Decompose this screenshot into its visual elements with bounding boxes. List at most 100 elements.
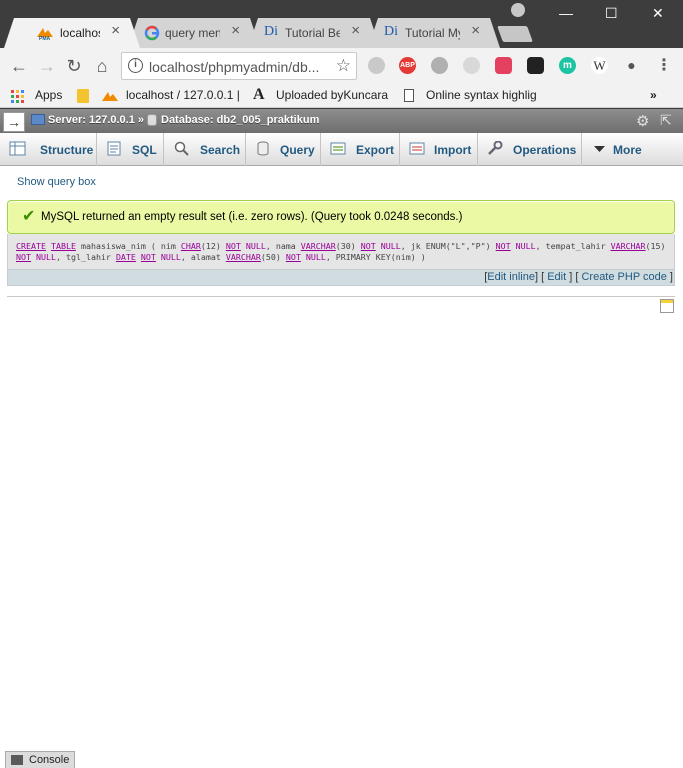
sql-keyword[interactable]: NOT (226, 241, 241, 251)
tab-label: Import (434, 143, 472, 157)
sql-keyword: NULL (515, 241, 536, 251)
console-label: Console (29, 754, 70, 766)
tab-operations[interactable]: Operations (478, 133, 582, 166)
phpmyadmin-favicon-icon: PMA (37, 28, 53, 41)
tab-import[interactable]: Import (400, 133, 478, 166)
new-tab-button[interactable] (497, 26, 533, 42)
tab-label: Search (200, 143, 241, 157)
breadcrumb-server[interactable]: Server: 127.0.0.1 » (48, 114, 144, 126)
tab-export[interactable]: Export (321, 133, 400, 166)
info-icon[interactable]: i (128, 58, 143, 73)
nav-toggle-arrow-icon[interactable]: → (3, 112, 25, 132)
more-bookmarks-button[interactable]: » (650, 88, 657, 102)
tab-sql[interactable]: SQL (97, 133, 164, 166)
sql-keyword[interactable]: VARCHAR (611, 241, 646, 251)
close-icon[interactable]: × (111, 23, 120, 39)
close-icon[interactable]: × (471, 23, 480, 39)
tab-more[interactable]: More (582, 133, 642, 166)
chevron-down-icon (594, 146, 605, 152)
folder-icon[interactable] (77, 89, 89, 103)
notepad-icon[interactable] (660, 299, 674, 313)
close-icon[interactable]: × (231, 23, 240, 39)
query-tool-links: [Edit inline] [ Edit ] [ Create PHP code… (484, 271, 673, 283)
console-icon (11, 755, 23, 765)
m-extension-icon[interactable]: m (559, 57, 576, 74)
collapse-icon[interactable]: ⇱ (660, 112, 672, 129)
sql-keyword[interactable]: DATE (116, 252, 136, 262)
sql-keyword[interactable]: VARCHAR (226, 252, 261, 262)
forward-arrow-icon[interactable]: → (36, 55, 58, 77)
bookmark-apps[interactable]: Apps (35, 88, 62, 102)
globe-extension-icon[interactable] (368, 57, 385, 74)
sql-keyword[interactable]: NOT (496, 241, 511, 251)
server-icon (31, 114, 45, 125)
query-tools: [Edit inline] [ Edit ] [ Create PHP code… (7, 269, 675, 286)
adblock-extension-icon[interactable]: ABP (399, 57, 416, 74)
gear-icon[interactable]: ⚙ (636, 112, 649, 130)
show-query-box-link[interactable]: Show query box (17, 176, 96, 188)
bulb-extension-icon[interactable]: ● (623, 57, 640, 74)
tab-label: Structure (40, 143, 94, 157)
instagram-extension-icon[interactable] (495, 57, 512, 74)
sql-keyword[interactable]: VARCHAR (301, 241, 336, 251)
tab-edge (490, 18, 500, 48)
home-icon[interactable]: ⌂ (91, 55, 113, 77)
tab-label: Export (356, 143, 395, 157)
notepad-top (661, 300, 673, 303)
close-icon[interactable]: × (351, 23, 360, 39)
tab-structure[interactable]: Structure (0, 133, 97, 166)
window-close-button[interactable]: ✕ (652, 5, 664, 22)
structure-icon (9, 141, 26, 156)
sql-keyword[interactable]: TABLE (51, 241, 76, 251)
sql-text: (15) (645, 241, 666, 251)
sql-keyword[interactable]: NOT (361, 241, 376, 251)
sql-keyword[interactable]: NOT (16, 252, 31, 262)
sql-keyword[interactable]: CREATE (16, 241, 46, 251)
wikipedia-extension-icon[interactable]: W (591, 57, 608, 74)
edit-inline-link[interactable]: Edit inline (487, 271, 535, 283)
sql-keyword[interactable]: NOT (141, 252, 156, 262)
browser-toolbar: ← → ↻ ⌂ i localhost/phpmyadmin/db... ☆ A… (0, 48, 683, 84)
create-php-code-link[interactable]: Create PHP code (581, 271, 666, 283)
dicoding-favicon-icon: Di (384, 24, 398, 39)
bookmarks-bar: Apps localhost / 127.0.0.1 | A Uploaded … (0, 84, 683, 108)
tab-tutorial-1[interactable]: Di Tutorial Be × (248, 18, 380, 48)
tab-localhost[interactable]: PMA localhost / × (4, 18, 140, 48)
tab-title: Tutorial My (405, 26, 460, 40)
breadcrumb-database[interactable]: Database: db2_005_praktikum (161, 114, 319, 126)
sql-line-1: CREATE TABLE mahasiswa_nim ( nim CHAR(12… (16, 241, 666, 251)
google-favicon-icon (144, 25, 160, 41)
bookmark-online[interactable]: Online syntax highlig (426, 88, 537, 102)
profile-icon[interactable] (511, 3, 525, 17)
maximize-button[interactable]: ☐ (605, 5, 618, 22)
search-icon (174, 141, 189, 156)
dark-extension-icon[interactable] (527, 57, 544, 74)
sql-query-display: CREATE TABLE mahasiswa_nim ( nim CHAR(12… (7, 234, 675, 269)
sql-text: , jk ENUM("L","P") (400, 241, 496, 251)
bookmark-pma[interactable]: localhost / 127.0.0.1 | (126, 88, 240, 102)
back-arrow-icon[interactable]: ← (8, 55, 30, 77)
tab-edge (368, 18, 378, 48)
tab-search[interactable]: Search (164, 133, 246, 166)
bookmark-star-icon[interactable]: ☆ (336, 56, 351, 76)
edit-link[interactable]: Edit (547, 271, 566, 283)
tab-query[interactable]: Query (246, 133, 321, 166)
tab-label: SQL (132, 143, 157, 157)
pma-page: → Server: 127.0.0.1 » Database: db2_005_… (0, 109, 683, 768)
tab-query[interactable]: query men × (128, 18, 260, 48)
sql-text: mahasiswa_nim ( nim (80, 241, 181, 251)
sql-keyword[interactable]: CHAR (181, 241, 201, 251)
grey-extension-icon[interactable] (463, 57, 480, 74)
address-bar[interactable]: i localhost/phpmyadmin/db... ☆ (121, 52, 357, 80)
pma-menubar: Structure SQL Search Query Export Import… (0, 133, 683, 166)
chrome-menu-icon[interactable]: ⋮ (653, 55, 675, 77)
tab-label: Query (280, 143, 315, 157)
sql-text: , nama (265, 241, 301, 251)
minimize-button[interactable]: — (559, 5, 573, 21)
sql-keyword[interactable]: NOT (286, 252, 301, 262)
bookmark-uploaded[interactable]: Uploaded byKuncara (276, 88, 388, 102)
tab-tutorial-2[interactable]: Di Tutorial My × (368, 18, 500, 48)
console-toggle[interactable]: Console (5, 751, 75, 768)
cube-extension-icon[interactable] (431, 57, 448, 74)
reload-icon[interactable]: ↻ (63, 55, 85, 77)
